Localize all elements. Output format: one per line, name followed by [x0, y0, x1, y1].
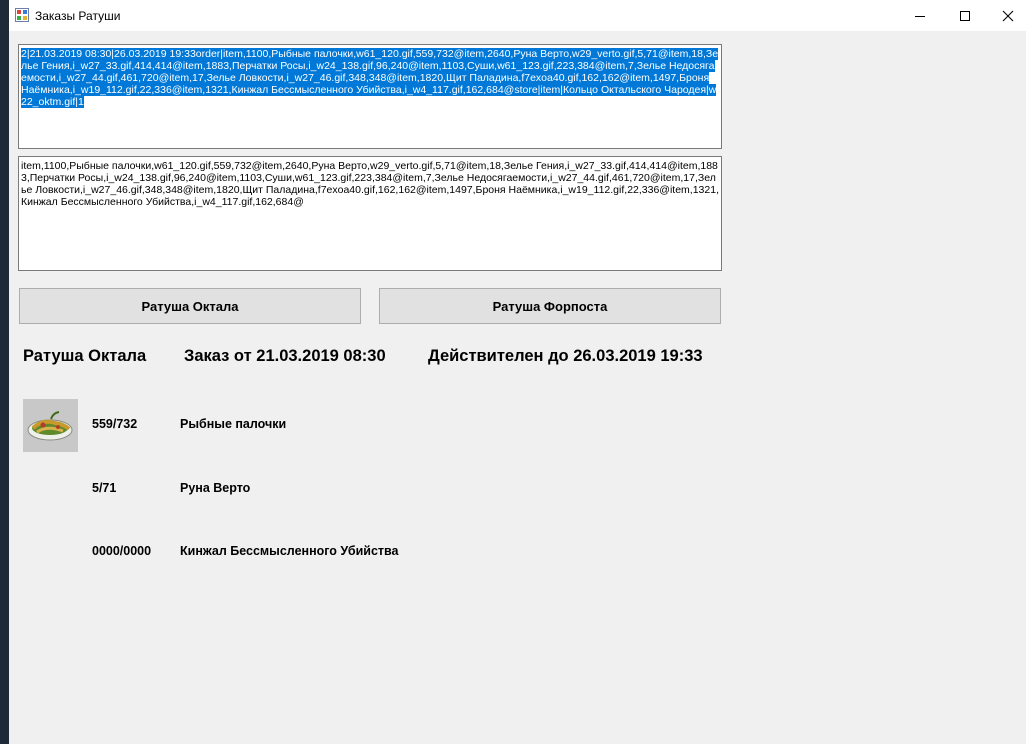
title-bar: Заказы Ратуши	[9, 0, 1026, 31]
item-name: Кинжал Бессмысленного Убийства	[180, 544, 399, 558]
app-window: Заказы Ратуши 2|21.03.2019 08:30|26.03.2…	[9, 0, 1026, 744]
maximize-button[interactable]	[947, 0, 983, 31]
window-title: Заказы Ратуши	[35, 9, 121, 23]
selected-text: 2|21.03.2019 08:30|26.03.2019 19:33order…	[21, 48, 719, 108]
valid-until-label: Действителен до 26.03.2019 19:33	[428, 347, 703, 365]
raw-data-textbox[interactable]: 2|21.03.2019 08:30|26.03.2019 19:33order…	[18, 44, 722, 149]
forpost-townhall-button[interactable]: Ратуша Форпоста	[379, 288, 721, 324]
oktal-townhall-button[interactable]: Ратуша Октала	[19, 288, 361, 324]
maximize-icon	[960, 10, 970, 21]
background-window-strip	[0, 0, 9, 744]
close-icon	[1002, 10, 1014, 21]
minimize-button[interactable]	[902, 0, 938, 31]
close-button[interactable]	[990, 0, 1026, 31]
minimize-icon	[915, 15, 925, 17]
app-icon	[15, 8, 29, 22]
item-qty: 0000/0000	[92, 544, 152, 558]
fish-sticks-icon	[23, 399, 78, 452]
order-date-label: Заказ от 21.03.2019 08:30	[184, 347, 386, 365]
item-qty: 559/732	[92, 417, 138, 431]
parsed-data-textbox[interactable]: item,1100,Рыбные палочки,w61_120.gif,559…	[18, 156, 722, 271]
item-name: Руна Верто	[180, 481, 251, 495]
item-qty: 5/71	[92, 481, 117, 495]
item-name: Рыбные палочки	[180, 417, 287, 431]
town-name-label: Ратуша Октала	[23, 347, 147, 365]
